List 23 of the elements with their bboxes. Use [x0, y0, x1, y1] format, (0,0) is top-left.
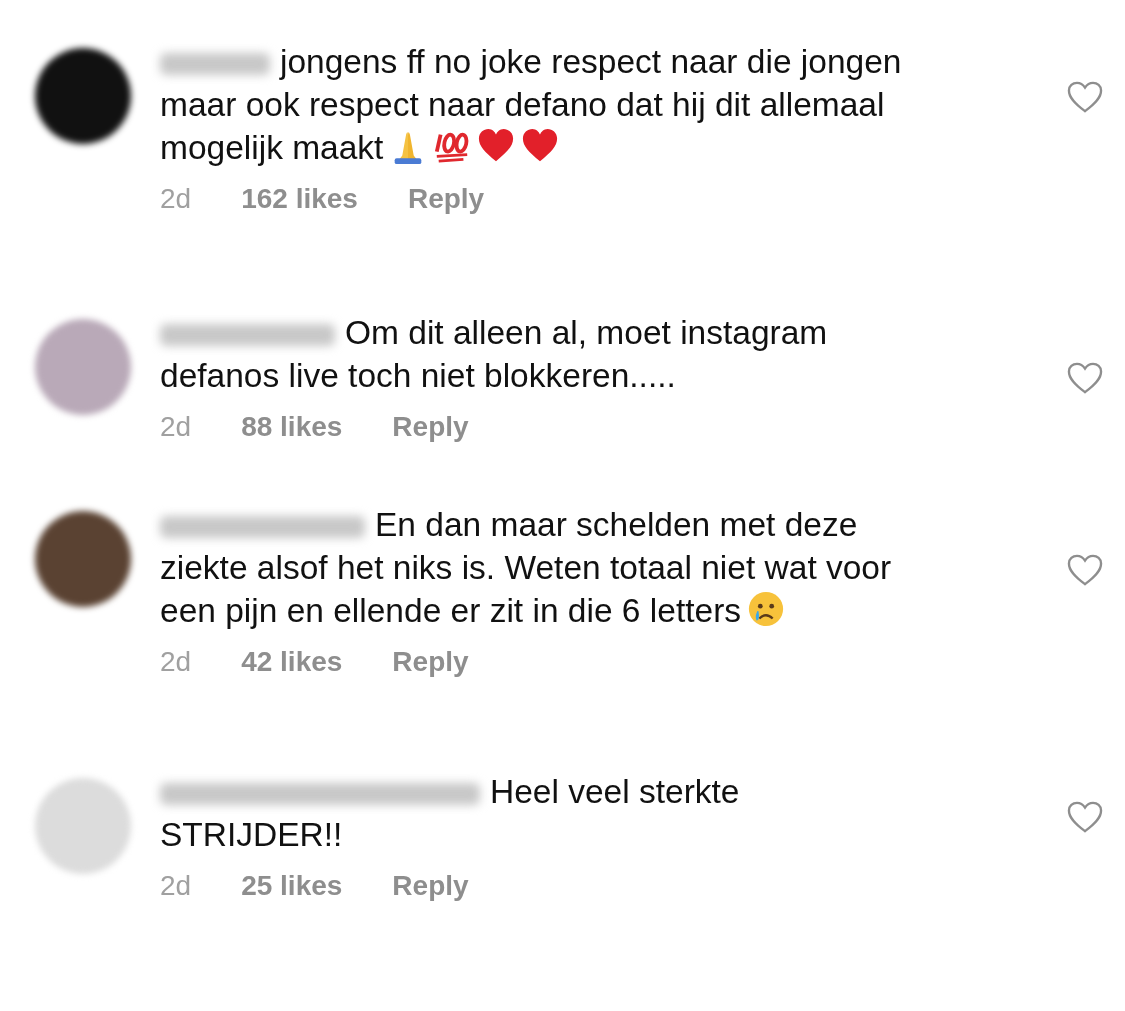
like-heart-icon[interactable] [1066, 800, 1104, 834]
reply-link[interactable]: Reply [392, 646, 469, 678]
like-heart-icon[interactable] [1066, 361, 1104, 395]
likes-count[interactable]: 42 likes [241, 646, 343, 678]
comment-age: 2d [160, 646, 192, 678]
crying-face-icon [747, 590, 786, 628]
likes-count[interactable]: 88 likes [241, 411, 343, 443]
comment-age: 2d [160, 183, 192, 215]
like-heart-icon[interactable] [1066, 553, 1104, 587]
comment-age: 2d [160, 870, 192, 902]
likes-count[interactable]: 25 likes [241, 870, 343, 902]
reply-link[interactable]: Reply [407, 183, 485, 215]
comment-text: Om dit alleen al, moet instagram defanos live toch niet blokkeren..... [160, 313, 829, 396]
reply-link[interactable]: Reply [392, 870, 469, 902]
comment-text: En dan maar schelden met deze ziekte alsof het niks is. Weten totaal niet wat voor een pijn en ellende er zit in die 6 letters [160, 505, 893, 631]
like-heart-icon[interactable] [1066, 80, 1104, 114]
reply-link[interactable]: Reply [392, 411, 469, 443]
comment-age: 2d [160, 411, 192, 443]
likes-count[interactable]: 162 likes [241, 183, 358, 215]
avatar[interactable] [35, 48, 131, 144]
comment-text: jongens ff no joke respect naar die jongen maar ook respect naar defano dat hij dit allemaal mogelijk maakt [160, 42, 903, 168]
avatar[interactable] [35, 511, 131, 607]
comment-text: Heel veel sterkte STRIJDER!! [160, 772, 741, 855]
